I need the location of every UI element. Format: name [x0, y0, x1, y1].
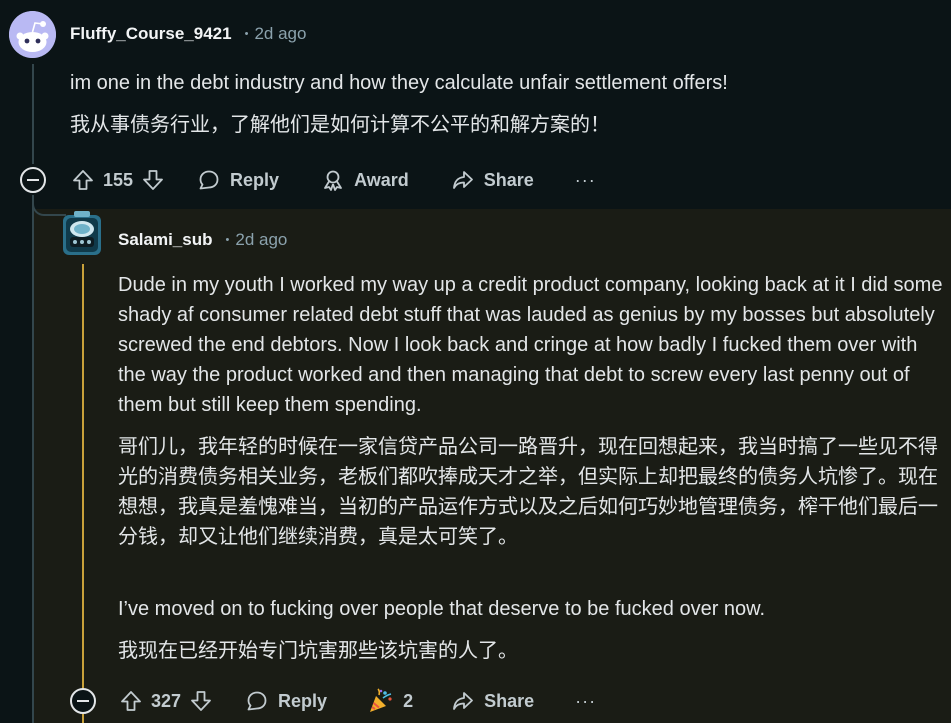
award-button[interactable]: 2	[367, 687, 413, 715]
separator-dot: •	[244, 28, 249, 40]
share-arrow-icon	[452, 171, 473, 189]
arrow-up-icon	[121, 691, 141, 711]
minus-circle-icon	[27, 179, 39, 181]
share-label: Share	[484, 690, 535, 711]
award-label: Award	[354, 169, 409, 190]
award-count: 2	[403, 690, 414, 711]
award-ribbon-icon	[324, 170, 342, 191]
more-options-button[interactable]: ···	[575, 170, 596, 191]
user-avatar-salami[interactable]	[60, 209, 104, 259]
share-button[interactable]: Share	[451, 168, 534, 192]
collapse-thread-button[interactable]	[20, 167, 46, 193]
comment-text-english: Dude in my youth I worked my way up a cr…	[118, 274, 943, 416]
separator-dot: •	[225, 234, 230, 246]
more-options-button[interactable]: ···	[575, 691, 596, 712]
downvote-button[interactable]	[189, 689, 213, 713]
arrow-up-icon	[73, 170, 93, 190]
comment-action-bar: 155 Reply Award Share ···	[20, 163, 596, 197]
comment-body: im one in the debt industry and how they…	[70, 68, 940, 140]
comment-header: Salami_sub • 2d ago	[118, 228, 287, 252]
share-button[interactable]: Share	[451, 689, 534, 713]
speech-bubble-icon	[247, 691, 267, 711]
downvote-button[interactable]	[141, 168, 165, 192]
comment-text-chinese: 我从事债务行业，了解他们是如何计算不公平的和解方案的！	[70, 114, 610, 136]
comment-action-bar: 327 Reply 2 Share ···	[70, 684, 596, 718]
arrow-down-icon	[191, 691, 211, 711]
username[interactable]: Salami_sub	[118, 230, 213, 250]
comment-body: Dude in my youth I worked my way up a cr…	[118, 270, 944, 666]
comment-thread: Fluffy_Course_9421 • 2d ago im one in th…	[0, 0, 951, 723]
comment-text-english: I’ve moved on to fucking over people tha…	[118, 598, 766, 620]
robot-avatar-icon	[63, 211, 101, 255]
speech-bubble-icon	[199, 170, 219, 190]
collapse-thread-button[interactable]	[70, 688, 96, 714]
arrow-down-icon	[143, 170, 163, 190]
timestamp[interactable]: 2d ago	[254, 24, 306, 44]
reply-label: Reply	[230, 169, 280, 190]
reply-button[interactable]: Reply	[197, 168, 279, 192]
upvote-button[interactable]	[71, 168, 95, 192]
comment-header: Fluffy_Course_9421 • 2d ago	[70, 22, 306, 46]
minus-circle-icon	[77, 700, 89, 702]
comment-text-chinese: 我现在已经开始专门坑害那些该坑害的人了。	[118, 640, 518, 662]
award-button[interactable]: Award	[321, 168, 409, 192]
user-avatar-fluffy[interactable]	[9, 11, 56, 58]
share-label: Share	[483, 169, 534, 190]
username[interactable]: Fluffy_Course_9421	[70, 24, 232, 44]
thread-line-highlighted[interactable]	[82, 264, 84, 692]
thread-line[interactable]	[32, 64, 34, 164]
reply-label: Reply	[278, 690, 328, 711]
upvote-button[interactable]	[119, 689, 143, 713]
comment-text-chinese: 哥们儿，我年轻的时候在一家信贷产品公司一路晋升，现在回想起来，我当时搞了一些见不…	[118, 436, 938, 548]
share-arrow-icon	[453, 692, 473, 710]
reply-button[interactable]: Reply	[245, 689, 327, 713]
snoo-avatar-icon	[9, 11, 56, 58]
timestamp[interactable]: 2d ago	[235, 230, 287, 250]
vote-count: 327	[151, 690, 182, 711]
party-popper-icon	[370, 688, 392, 712]
comment-text-english: im one in the debt industry and how they…	[70, 72, 728, 94]
vote-count: 155	[103, 169, 134, 190]
